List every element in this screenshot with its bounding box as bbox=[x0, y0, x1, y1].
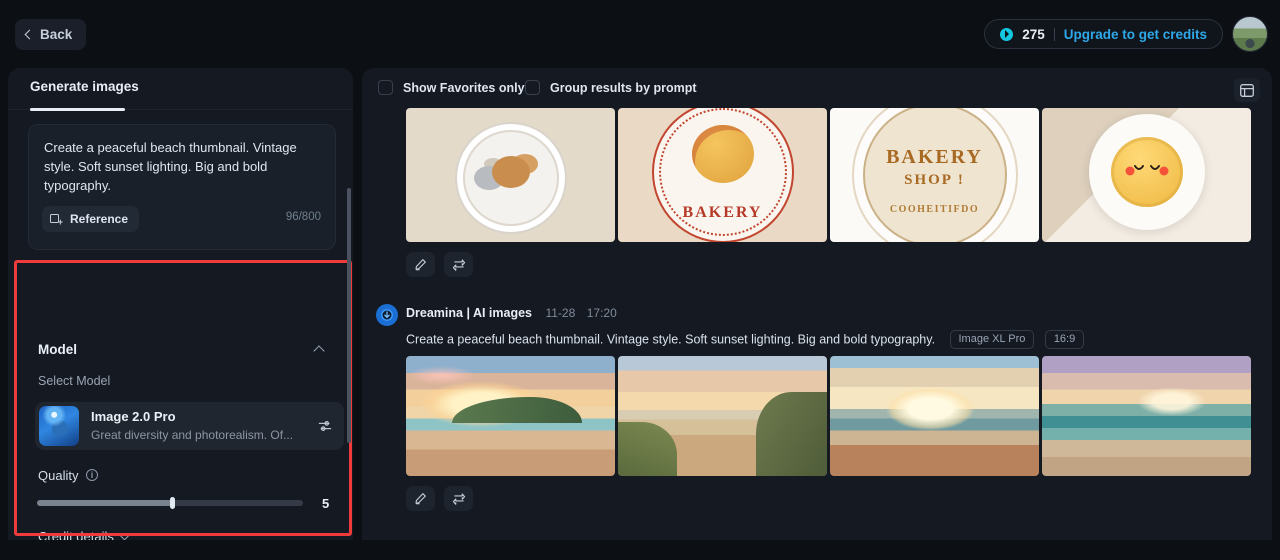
result-header: Dreamina | AI images 11-28 17:20 bbox=[376, 304, 617, 326]
tag-ratio: 16:9 bbox=[1044, 330, 1085, 349]
reference-label: Reference bbox=[70, 212, 129, 226]
chevron-down-icon bbox=[119, 530, 130, 540]
regenerate-button[interactable] bbox=[444, 486, 473, 511]
result-image[interactable] bbox=[618, 356, 827, 476]
checkbox-icon bbox=[378, 80, 393, 95]
quality-label: Quality bbox=[38, 468, 79, 483]
regenerate-icon bbox=[452, 259, 465, 271]
model-section-title: Model bbox=[38, 342, 77, 357]
left-panel-scrollbar[interactable] bbox=[347, 188, 351, 443]
back-button-label: Back bbox=[40, 27, 73, 42]
back-button[interactable]: Back bbox=[15, 19, 87, 50]
model-thumbnail bbox=[39, 406, 79, 446]
regenerate-icon bbox=[452, 493, 465, 505]
result-image[interactable] bbox=[406, 108, 615, 242]
image-caption: COOHEITIFDO bbox=[889, 204, 980, 216]
result-image[interactable] bbox=[1042, 108, 1251, 242]
coin-icon bbox=[1000, 27, 1014, 41]
chevron-left-icon bbox=[24, 29, 35, 40]
panel-layout-toggle[interactable] bbox=[1234, 78, 1260, 102]
credit-details-label: Credit details bbox=[38, 529, 114, 540]
chevron-up-icon[interactable] bbox=[313, 345, 325, 357]
download-arrow-icon bbox=[381, 309, 393, 321]
credits-pill[interactable]: 275 Upgrade to get credits bbox=[984, 19, 1223, 49]
model-description: Great diversity and photorealism. Of... bbox=[91, 428, 294, 442]
brand-badge-icon bbox=[376, 304, 398, 326]
quality-slider-knob[interactable] bbox=[170, 497, 175, 509]
result-prompt: Create a peaceful beach thumbnail. Vinta… bbox=[406, 332, 936, 347]
avatar[interactable] bbox=[1232, 16, 1268, 52]
quality-slider-fill bbox=[37, 500, 173, 506]
char-counter: 96/800 bbox=[285, 211, 321, 223]
regenerate-button[interactable] bbox=[444, 252, 473, 277]
upgrade-link[interactable]: Upgrade to get credits bbox=[1064, 27, 1207, 42]
prompt-input[interactable]: Create a peaceful beach thumbnail. Vinta… bbox=[44, 138, 326, 195]
show-favorites-checkbox[interactable]: Show Favorites only bbox=[378, 80, 525, 95]
right-panel: Show Favorites only Group results by pro… bbox=[362, 68, 1272, 540]
reference-button[interactable]: + Reference bbox=[42, 206, 140, 232]
results-toolbar: Show Favorites only Group results by pro… bbox=[362, 68, 1272, 108]
top-bar: Back 275 Upgrade to get credits bbox=[0, 0, 1280, 68]
model-card[interactable]: Image 2.0 Pro Great diversity and photor… bbox=[35, 402, 344, 450]
credit-details-toggle[interactable]: Credit details bbox=[38, 529, 130, 540]
app-root: Back 275 Upgrade to get credits Generate… bbox=[0, 0, 1280, 560]
results-area: BAKERY BAKERY SHOP ! COOHEITIFDO Dreamin… bbox=[362, 108, 1272, 540]
panel-layout-icon bbox=[1240, 83, 1254, 97]
result-prompt-row: Create a peaceful beach thumbnail. Vinta… bbox=[406, 330, 1085, 349]
row-actions-beach bbox=[406, 486, 473, 511]
sliders-icon[interactable] bbox=[318, 419, 332, 433]
edit-button[interactable] bbox=[406, 252, 435, 277]
model-name: Image 2.0 Pro bbox=[91, 409, 176, 424]
image-caption: BAKERY bbox=[886, 145, 983, 168]
pill-divider bbox=[1053, 27, 1055, 41]
show-favorites-label: Show Favorites only bbox=[403, 80, 525, 95]
row-actions-bakery bbox=[406, 252, 473, 277]
quality-value: 5 bbox=[322, 496, 330, 511]
prompt-card[interactable]: Create a peaceful beach thumbnail. Vinta… bbox=[28, 124, 336, 250]
panel-tabs: Generate images bbox=[8, 68, 353, 110]
quality-slider[interactable] bbox=[37, 497, 303, 509]
result-image[interactable] bbox=[830, 356, 1039, 476]
result-time: 17:20 bbox=[586, 306, 617, 320]
image-caption: SHOP ! bbox=[904, 172, 965, 189]
select-model-label: Select Model bbox=[38, 374, 111, 388]
checkbox-icon bbox=[525, 80, 540, 95]
result-image[interactable] bbox=[1042, 356, 1251, 476]
edit-button[interactable] bbox=[406, 486, 435, 511]
tab-active-underline bbox=[30, 108, 125, 111]
group-results-checkbox[interactable]: Group results by prompt bbox=[525, 80, 697, 95]
result-date: 11-28 bbox=[545, 306, 576, 320]
result-image[interactable]: BAKERY bbox=[618, 108, 827, 242]
info-icon[interactable]: i bbox=[86, 469, 98, 481]
group-results-label: Group results by prompt bbox=[550, 80, 697, 95]
left-panel: Generate images Create a peaceful beach … bbox=[8, 68, 353, 540]
image-caption: BAKERY bbox=[682, 204, 763, 222]
result-row-beach bbox=[406, 356, 1251, 476]
image-add-icon: + bbox=[50, 213, 63, 226]
tab-generate-images[interactable]: Generate images bbox=[30, 79, 139, 94]
result-row-bakery: BAKERY BAKERY SHOP ! COOHEITIFDO bbox=[406, 108, 1251, 242]
brand-name: Dreamina | AI images bbox=[406, 306, 533, 320]
result-image[interactable] bbox=[406, 356, 615, 476]
smiley-face-icon bbox=[1125, 164, 1168, 176]
result-image[interactable]: BAKERY SHOP ! COOHEITIFDO bbox=[830, 108, 1039, 242]
edit-pencil-icon bbox=[415, 259, 426, 271]
credits-value: 275 bbox=[1022, 26, 1045, 42]
tag-model: Image XL Pro bbox=[949, 330, 1035, 349]
edit-pencil-icon bbox=[415, 493, 426, 505]
